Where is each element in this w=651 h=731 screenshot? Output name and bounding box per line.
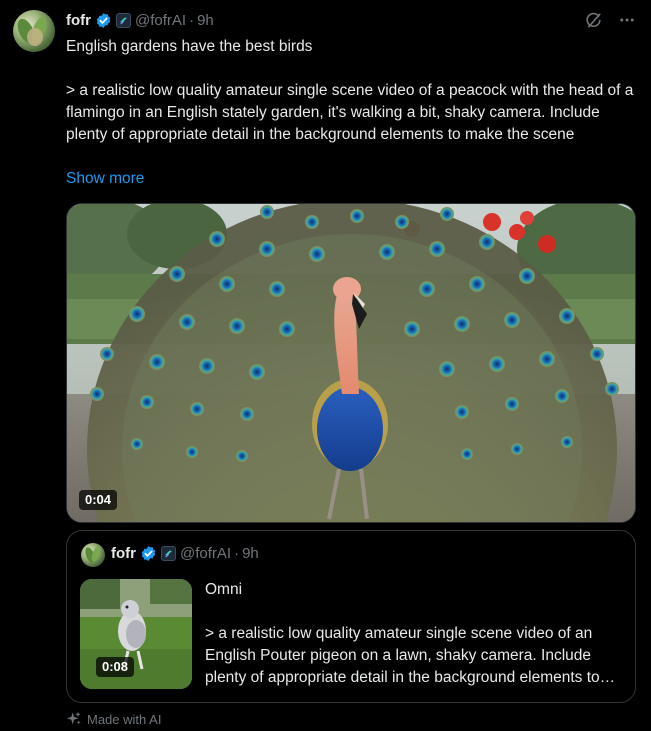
author-handle[interactable]: @fofrAI	[135, 12, 186, 29]
quote-text-content: > a realistic low quality amateur single…	[205, 625, 600, 686]
separator-dot: ·	[189, 11, 195, 29]
quote-video-thumbnail[interactable]: 0:08	[80, 579, 192, 689]
quoted-tweet[interactable]: fofr @fofrAI · 9h 0:08 Omni > a realisti…	[66, 530, 636, 703]
affiliate-badge-icon[interactable]	[161, 546, 176, 561]
grok-icon[interactable]	[583, 10, 603, 30]
video-player[interactable]: 0:04	[66, 203, 636, 523]
quote-header: fofr @fofrAI · 9h	[111, 545, 259, 562]
tweet-text: English gardens have the best birds > a …	[66, 38, 634, 143]
tweet-header: fofr @fofrAI · 9h	[66, 10, 214, 30]
timestamp[interactable]: 9h	[197, 12, 214, 29]
avatar[interactable]	[13, 10, 55, 52]
video-duration: 0:04	[79, 490, 118, 510]
verified-badge-icon	[140, 545, 157, 562]
sparkle-icon	[66, 711, 82, 727]
peacock-video-frame	[67, 204, 635, 522]
quote-video-duration: 0:08	[96, 657, 135, 677]
separator-dot: ·	[234, 545, 240, 562]
quote-text: > a realistic low quality amateur single…	[205, 623, 627, 689]
quote-timestamp[interactable]: 9h	[242, 545, 259, 562]
affiliate-badge-icon[interactable]	[116, 12, 131, 28]
quote-author-name[interactable]: fofr	[111, 545, 136, 562]
tweet[interactable]: fofr @fofrAI · 9h English gardens have t…	[0, 0, 651, 731]
verified-badge-icon	[95, 12, 112, 29]
quote-author-handle[interactable]: @fofrAI	[180, 545, 231, 562]
show-more-link[interactable]: Show more	[66, 168, 144, 190]
quote-title: Omni	[205, 581, 243, 598]
more-icon[interactable]	[617, 10, 637, 30]
tweet-actions-top	[583, 10, 637, 30]
made-with-ai-text: Made with AI	[87, 711, 162, 727]
quote-avatar[interactable]	[81, 543, 105, 567]
made-with-ai-label[interactable]: Made with AI	[66, 711, 161, 727]
author-name[interactable]: fofr	[66, 12, 91, 29]
